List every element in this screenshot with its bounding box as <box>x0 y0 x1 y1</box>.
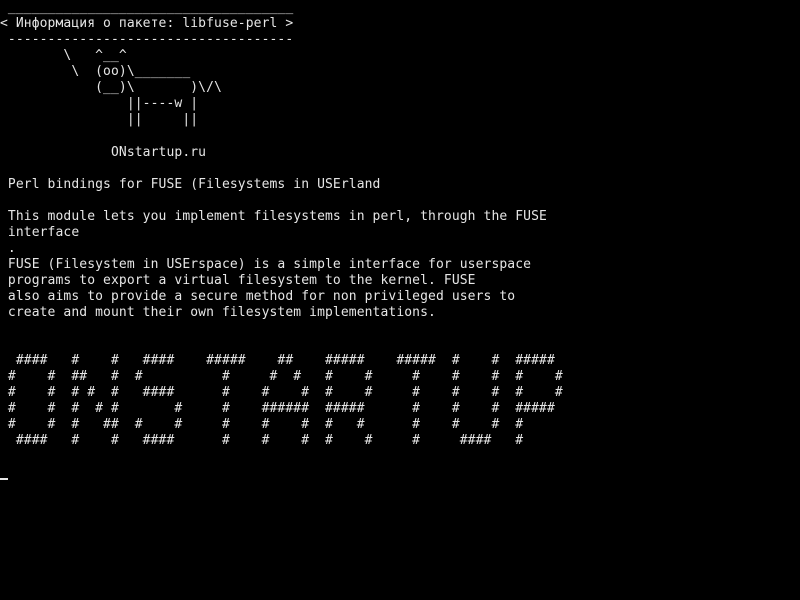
speech-bubble-bottom-border: ------------------------------------ <box>0 32 294 47</box>
package-description-line: FUSE (Filesystem in USErspace) is a simp… <box>0 257 532 272</box>
ascii-cow-line: ||----w | <box>0 96 199 111</box>
package-description-line: This module lets you implement filesyste… <box>0 209 547 224</box>
ascii-cow-line: \ (oo)\_______ <box>0 64 191 79</box>
ascii-cow-line: || || <box>0 112 199 127</box>
ascii-banner-line: #### # # #### # # # # # # #### # <box>0 433 524 448</box>
terminal-screen[interactable]: ____________________________________ < И… <box>0 0 800 600</box>
package-description-line: . <box>0 241 16 256</box>
package-description-line: programs to export a virtual filesystem … <box>0 273 476 288</box>
ascii-banner-line: # # # # # #### # # # # # # # # # # <box>0 385 563 400</box>
ascii-banner-line: # # # # # # # ###### ##### # # # ##### <box>0 401 555 416</box>
ascii-cow-line: \ ^__^ <box>0 48 127 63</box>
speech-bubble-top-border: ____________________________________ <box>0 0 294 15</box>
package-summary: Perl bindings for FUSE (Filesystems in U… <box>0 177 381 192</box>
text-cursor <box>0 478 8 480</box>
speech-bubble-text: < Информация о пакете: libfuse-perl > <box>0 16 294 31</box>
ascii-banner-line: # # ## # # # # # # # # # # # # <box>0 369 563 384</box>
ascii-cow-line: (__)\ )\/\ <box>0 80 222 95</box>
package-description-line: also aims to provide a secure method for… <box>0 289 516 304</box>
package-description-line: create and mount their own filesystem im… <box>0 305 436 320</box>
ascii-banner-line: #### # # #### ##### ## ##### ##### # # #… <box>0 353 555 368</box>
package-description-line: interface <box>0 225 80 240</box>
site-name: ONstartup.ru <box>0 145 207 160</box>
ascii-banner-line: # # # ## # # # # # # # # # # # <box>0 417 524 432</box>
